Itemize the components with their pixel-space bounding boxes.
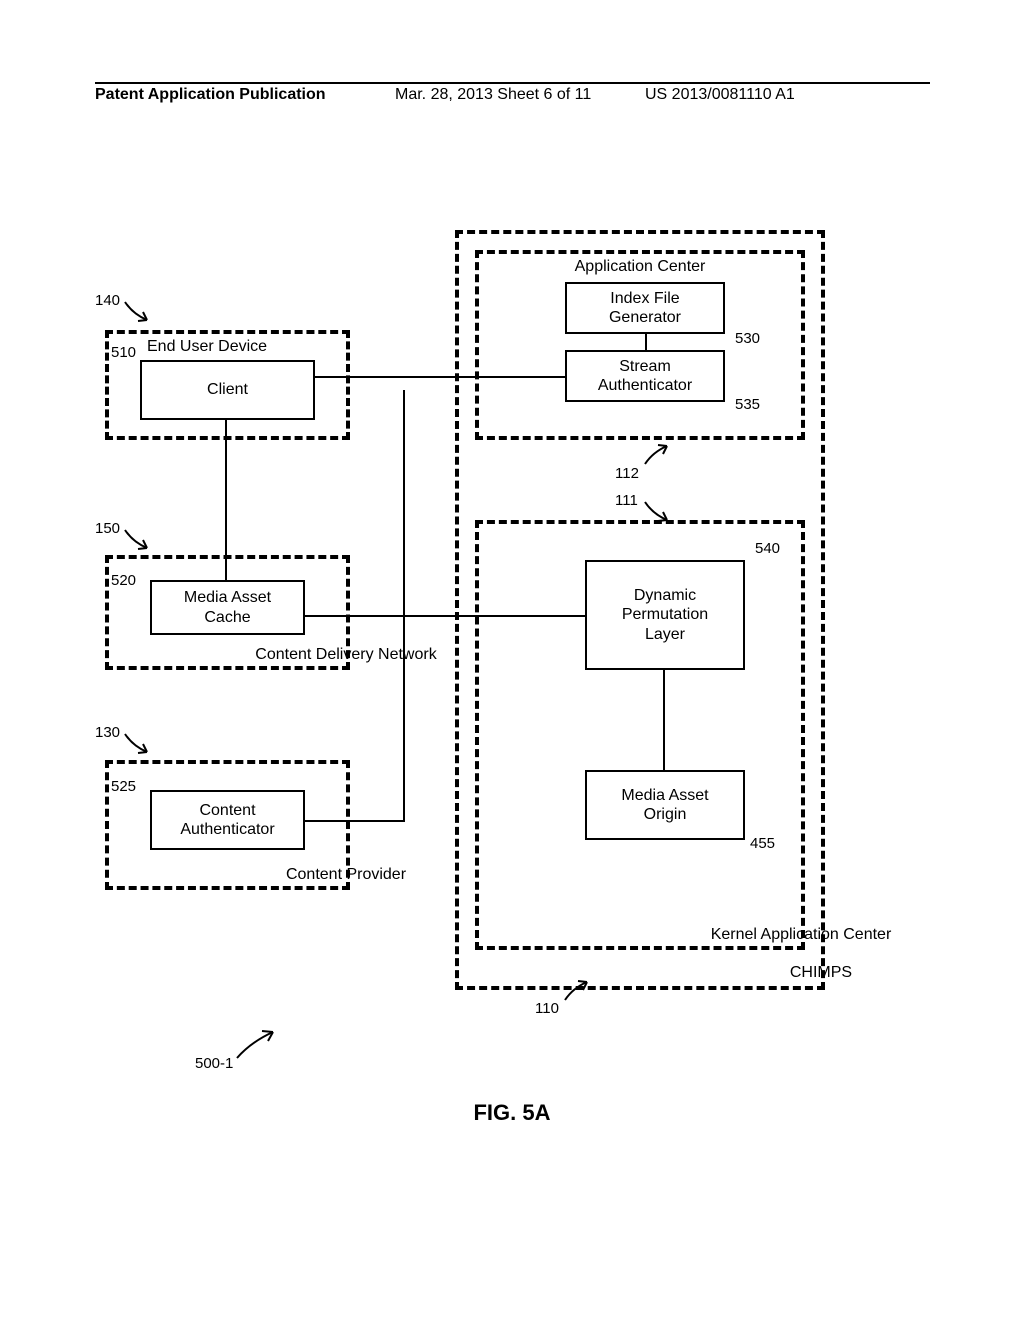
ref-111: 111 (615, 492, 638, 509)
header-left: Patent Application Publication (95, 86, 326, 104)
group-end-user-device-label: End User Device (109, 338, 346, 356)
figure-label: FIG. 5A (0, 1100, 1024, 1126)
ref-520: 520 (111, 572, 136, 589)
lead-140 (123, 300, 157, 322)
header-center: Mar. 28, 2013 Sheet 6 of 11 (395, 86, 591, 104)
box-media-asset-origin: Media Asset Origin (585, 770, 745, 840)
box-media-asset-cache: Media Asset Cache (150, 580, 305, 635)
ref-540: 540 (755, 540, 780, 557)
line-client-auth (315, 376, 565, 378)
line-idx-stream (645, 334, 647, 350)
ref-510: 510 (111, 344, 136, 361)
group-application-center-label: Application Center (479, 258, 801, 276)
ref-530: 530 (735, 330, 760, 347)
group-chimps-label: CHIMPS (640, 964, 1002, 982)
ref-130: 130 (95, 724, 120, 741)
ref-455: 455 (750, 835, 775, 852)
ref-500-1: 500-1 (195, 1055, 233, 1072)
ref-112: 112 (615, 465, 639, 482)
lead-500-1 (235, 1030, 279, 1060)
box-client: Client (140, 360, 315, 420)
group-cdn-label: Content Delivery Network (228, 646, 465, 664)
box-stream-authenticator: Stream Authenticator (565, 350, 725, 402)
ref-110: 110 (535, 1000, 559, 1017)
line-client-cache (225, 420, 227, 580)
header-rule (95, 82, 930, 84)
box-content-authenticator: Content Authenticator (150, 790, 305, 850)
header-right: US 2013/0081110 A1 (645, 86, 795, 104)
diagram-canvas: CHIMPS Application Center Index File Gen… (95, 220, 855, 1040)
line-cache-dpl (305, 615, 585, 617)
group-content-provider-label: Content Provider (228, 866, 465, 884)
ref-525: 525 (111, 778, 136, 795)
box-index-file-generator: Index File Generator (565, 282, 725, 334)
line-auth-h (305, 820, 405, 822)
page: Patent Application Publication Mar. 28, … (0, 0, 1024, 1320)
lead-150 (123, 528, 157, 550)
lead-111 (643, 500, 677, 522)
lead-112 (643, 444, 677, 466)
line-dpl-origin (663, 670, 665, 770)
lead-110 (563, 980, 597, 1002)
group-kernel-application-center-label: Kernel Application Center (640, 926, 962, 944)
ref-150: 150 (95, 520, 120, 537)
lead-130 (123, 732, 157, 754)
box-dynamic-permutation-layer: Dynamic Permutation Layer (585, 560, 745, 670)
line-auth-v (403, 390, 405, 822)
ref-140: 140 (95, 292, 120, 309)
ref-535: 535 (735, 396, 760, 413)
